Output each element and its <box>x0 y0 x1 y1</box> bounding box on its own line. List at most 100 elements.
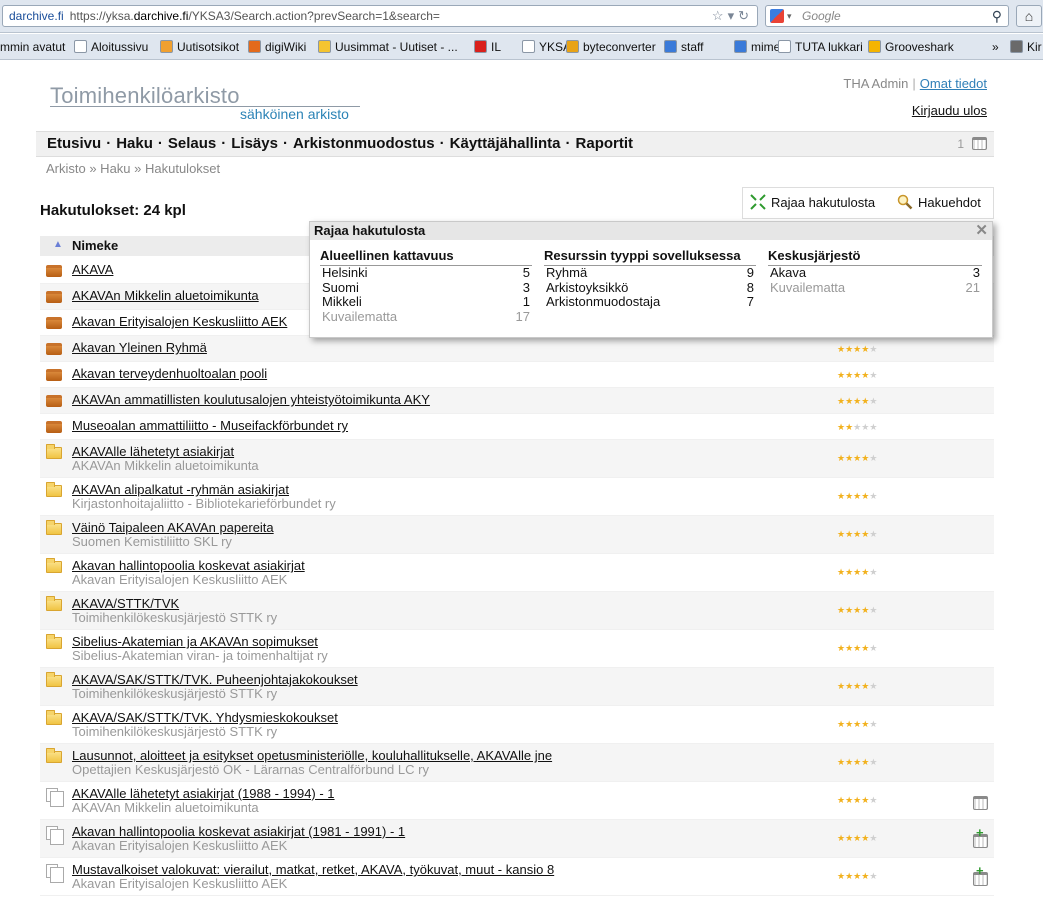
table-row[interactable]: Akavan hallintopoolia koskevat asiakirja… <box>40 554 994 592</box>
result-title-link[interactable]: Lausunnot, aloitteet ja esitykset opetus… <box>72 748 552 763</box>
home-icon[interactable]: ⌂ <box>1016 5 1042 27</box>
bookmark-item[interactable]: digiWiki <box>248 34 306 59</box>
bookmark-item[interactable]: mmin avatut <box>0 34 65 59</box>
table-row[interactable]: Akavan Yleinen Ryhmä ★★★★★ <box>40 336 994 362</box>
facet-option[interactable]: Kuvailematta 21 <box>768 280 982 296</box>
result-title-link[interactable]: AKAVA <box>72 262 113 277</box>
add-to-basket-icon[interactable] <box>973 863 988 886</box>
result-title-link[interactable]: Akavan hallintopoolia koskevat asiakirja… <box>72 558 305 573</box>
table-row[interactable]: AKAVA/STTK/TVK Toimihenkilökeskusjärjestö… <box>40 592 994 630</box>
facet-option[interactable]: Arkistoyksikkö 8 <box>544 280 756 296</box>
facet-option[interactable]: Kuvailematta 17 <box>320 309 532 325</box>
folder-icon <box>46 596 62 611</box>
url-bar[interactable]: darchive.fi https://yksa.darchive.fi/YKSA… <box>2 5 758 27</box>
star-icon: ★ <box>845 567 854 577</box>
search-input[interactable]: ▾ Google ⚲ <box>765 5 1009 27</box>
sort-ascending-icon[interactable]: ▲ <box>53 239 63 250</box>
table-row[interactable]: AKAVAn ammatillisten koulutusalojen yhte… <box>40 388 994 414</box>
table-row[interactable]: Akavan hallintopoolia koskevat asiakirja… <box>40 820 994 858</box>
result-title-link[interactable]: AKAVAn ammatillisten koulutusalojen yhte… <box>72 392 430 407</box>
nav-item[interactable]: Etusivu <box>47 135 101 152</box>
result-title-link[interactable]: Museoalan ammattiliitto - Museifackförbu… <box>72 418 348 433</box>
result-title-link[interactable]: AKAVA/SAK/STTK/TVK. Yhdysmieskokoukset <box>72 710 338 725</box>
search-engine-dropdown-icon[interactable]: ▾ <box>787 6 792 26</box>
bookmark-item[interactable]: byteconverter <box>566 34 656 59</box>
column-header-name[interactable]: Nimeke <box>72 238 118 253</box>
result-title-link[interactable]: AKAVAlle lähetetyt asiakirjat (1988 - 19… <box>72 786 335 801</box>
result-title-link[interactable]: Akavan terveydenhuoltoalan pooli <box>72 366 267 381</box>
table-row[interactable]: AKAVA/SAK/STTK/TVK. Puheenjohtajakokouks… <box>40 668 994 706</box>
table-row[interactable]: AKAVAlle lähetetyt asiakirjat AKAVAn Mikk… <box>40 440 994 478</box>
site-identity[interactable]: darchive.fi <box>9 9 64 23</box>
nav-item[interactable]: Lisäys <box>231 135 278 152</box>
bookmark-item[interactable]: » <box>992 34 999 59</box>
table-row[interactable]: Museoalan ammattiliitto - Museifackförbu… <box>40 414 994 440</box>
rating-stars: ★★★★★ <box>837 529 877 540</box>
own-info-link[interactable]: Omat tiedot <box>920 76 987 91</box>
facet-option[interactable]: Mikkeli 1 <box>320 294 532 310</box>
table-row[interactable]: AKAVAlle lähetetyt asiakirjat (1988 - 19… <box>40 782 994 820</box>
add-to-basket-icon[interactable] <box>973 825 988 848</box>
bookmark-favicon-icon <box>160 40 173 53</box>
search-icon[interactable]: ⚲ <box>992 6 1002 26</box>
result-subtitle: Toimihenkilökeskusjärjestö STTK ry <box>72 686 278 701</box>
nav-item[interactable]: Arkistonmuodostus <box>293 135 435 152</box>
bookmark-label: Uutisotsikot <box>177 40 240 54</box>
table-row[interactable]: AKAVAn alipalkatut -ryhmän asiakirjat Kir… <box>40 478 994 516</box>
bookmark-item[interactable]: Aloitussivu <box>74 34 148 59</box>
close-icon[interactable]: ✕ <box>975 222 988 240</box>
logout-link[interactable]: Kirjaudu ulos <box>912 103 987 118</box>
bookmark-item[interactable]: Grooveshark <box>868 34 954 59</box>
facet-option-count: 3 <box>522 279 530 295</box>
bookmark-item[interactable]: TUTA lukkari <box>778 34 863 59</box>
bookmark-item[interactable]: YKSA <box>522 34 571 59</box>
facet-option[interactable]: Helsinki 5 <box>320 265 532 281</box>
result-title-link[interactable]: Akavan Yleinen Ryhmä <box>72 340 207 355</box>
table-row[interactable]: Lausunnot, aloitteet ja esitykset opetus… <box>40 744 994 782</box>
table-row[interactable]: Mustavalkoiset valokuvat: vierailut, mat… <box>40 858 994 896</box>
result-title-link[interactable]: Akavan hallintopoolia koskevat asiakirja… <box>72 824 405 839</box>
nav-item[interactable]: Raportit <box>576 135 634 152</box>
result-title-link[interactable]: Akavan Erityisalojen Keskusliitto AEK <box>72 314 287 329</box>
bookmark-item[interactable]: IL <box>474 34 501 59</box>
facet-option[interactable]: Akava 3 <box>768 265 982 281</box>
table-row[interactable]: AKAVA/SAK/STTK/TVK. Yhdysmieskokoukset To… <box>40 706 994 744</box>
bookmark-star-icon[interactable]: ☆ <box>712 8 728 23</box>
result-title-link[interactable]: Väinö Taipaleen AKAVAn papereita <box>72 520 274 535</box>
nav-item[interactable]: Haku <box>116 135 153 152</box>
basket-icon[interactable] <box>973 796 988 810</box>
star-icon: ★ <box>837 396 846 406</box>
reload-icon[interactable]: ↻ <box>738 8 753 23</box>
facet-option[interactable]: Suomi 3 <box>320 279 532 296</box>
bookmark-item[interactable]: Uutisotsikot <box>160 34 240 59</box>
table-row[interactable]: Sibelius-Akatemian ja AKAVAn sopimukset S… <box>40 630 994 668</box>
result-title-link[interactable]: AKAVA/STTK/TVK <box>72 596 179 611</box>
basket-icon[interactable] <box>972 137 987 150</box>
result-title-link[interactable]: AKAVAn alipalkatut -ryhmän asiakirjat <box>72 482 289 497</box>
result-title-link[interactable]: AKAVAn Mikkelin aluetoimikunta <box>72 288 259 303</box>
bookmark-item[interactable]: Uusimmat - Uutiset - ... <box>318 34 458 59</box>
nav-item[interactable]: Selaus <box>168 135 216 152</box>
result-title-link[interactable]: Sibelius-Akatemian ja AKAVAn sopimukset <box>72 634 318 649</box>
folder-icon <box>46 748 62 763</box>
bookmark-item[interactable]: Kir <box>1010 34 1042 59</box>
result-title-link[interactable]: AKAVA/SAK/STTK/TVK. Puheenjohtajakokouks… <box>72 672 358 687</box>
star-icon: ★ <box>837 681 846 691</box>
facet-option-label: Helsinki <box>322 265 368 280</box>
star-icon: ★ <box>837 643 846 653</box>
nav-item[interactable]: Käyttäjähallinta <box>450 135 561 152</box>
table-row[interactable]: Akavan terveydenhuoltoalan pooli ★★★★★ <box>40 362 994 388</box>
folder-icon <box>46 558 62 573</box>
table-row[interactable]: Väinö Taipaleen AKAVAn papereita Suomen K… <box>40 516 994 554</box>
archive-box-icon <box>46 421 62 433</box>
result-title-link[interactable]: AKAVAlle lähetetyt asiakirjat <box>72 444 234 459</box>
bookmark-item[interactable]: staff <box>664 34 703 59</box>
criteria-button[interactable]: Hakuehdot <box>897 188 981 221</box>
refine-button[interactable]: Rajaa hakutulosta <box>750 188 875 221</box>
facet-option[interactable]: Arkistonmuodostaja 7 <box>544 294 756 310</box>
bookmark-item[interactable]: mime <box>734 34 780 59</box>
google-icon[interactable] <box>770 9 784 23</box>
dropdown-icon[interactable]: ▾ <box>728 8 739 23</box>
result-title-link[interactable]: Mustavalkoiset valokuvat: vierailut, mat… <box>72 862 554 877</box>
facet-option[interactable]: Ryhmä 9 <box>544 265 756 281</box>
